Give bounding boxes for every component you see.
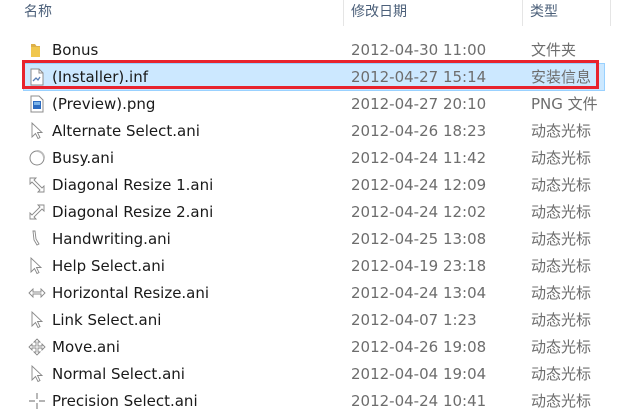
- file-type: 动态光标: [531, 365, 592, 383]
- file-type: 动态光标: [531, 203, 592, 221]
- file-name: Help Select.ani: [52, 257, 165, 275]
- file-type: 安装信息: [531, 68, 592, 86]
- file-modified-date: 2012-04-27 20:10: [351, 95, 487, 113]
- file-row[interactable]: Diagonal Resize 1.ani 2012-04-24 12:09 动态光…: [24, 172, 604, 198]
- file-modified-date: 2012-04-04 19:04: [351, 365, 487, 383]
- file-name: Busy.ani: [52, 149, 114, 167]
- file-modified-date: 2012-04-26 19:08: [351, 338, 487, 356]
- image-file-icon: [28, 95, 46, 113]
- column-divider[interactable]: [610, 0, 611, 26]
- column-header-bar: 名称 ⌃ 修改日期 类型: [0, 0, 629, 26]
- setup-info-file-icon: [28, 68, 46, 86]
- file-row[interactable]: Bonus 2012-04-30 11:00 文件夹: [24, 37, 604, 63]
- cursor-link-select-icon: [28, 310, 46, 329]
- column-divider[interactable]: [343, 0, 344, 26]
- file-name: Handwriting.ani: [52, 230, 171, 248]
- file-type: 动态光标: [531, 230, 592, 248]
- cursor-busy-icon: [28, 149, 46, 167]
- cursor-horizontal-resize-icon: [28, 284, 46, 302]
- file-type: 动态光标: [531, 122, 592, 140]
- file-type: PNG 文件: [531, 95, 598, 113]
- column-divider[interactable]: [522, 0, 523, 26]
- file-modified-date: 2012-04-24 12:09: [351, 176, 487, 194]
- cursor-precision-select-icon: [28, 392, 46, 410]
- file-row[interactable]: Horizontal Resize.ani 2012-04-24 13:04 动态光…: [24, 280, 604, 306]
- file-modified-date: 2012-04-24 12:02: [351, 203, 487, 221]
- cursor-handwriting-icon: [28, 230, 46, 248]
- file-row[interactable]: Handwriting.ani 2012-04-25 13:08 动态光标: [24, 226, 604, 252]
- file-name: (Preview).png: [52, 95, 156, 113]
- sort-arrow-icon: ⌃: [179, 0, 187, 4]
- column-header-name[interactable]: 名称: [24, 0, 52, 26]
- file-type: 动态光标: [531, 149, 592, 167]
- file-name: Diagonal Resize 1.ani: [52, 176, 214, 194]
- file-type: 动态光标: [531, 311, 592, 329]
- cursor-diagonal-resize-1-icon: [28, 176, 46, 194]
- file-row[interactable]: Precision Select.ani 2012-04-24 10:41 动态光标: [24, 388, 604, 414]
- file-modified-date: 2012-04-30 11:00: [351, 41, 487, 59]
- file-explorer: 名称 ⌃ 修改日期 类型 Bonus 2012-04-30 11:00 文件夹 (In…: [0, 0, 629, 419]
- file-modified-date: 2012-04-24 13:04: [351, 284, 487, 302]
- cursor-alternate-select-icon: [28, 121, 46, 140]
- file-row[interactable]: Diagonal Resize 2.ani 2012-04-24 12:02 动态光…: [24, 199, 604, 225]
- folder-icon: [28, 41, 46, 59]
- file-modified-date: 2012-04-19 23:18: [351, 257, 487, 275]
- file-name: (Installer).inf: [52, 68, 148, 86]
- file-modified-date: 2012-04-24 10:41: [351, 392, 487, 410]
- file-type: 动态光标: [531, 176, 592, 194]
- file-modified-date: 2012-04-26 18:23: [351, 122, 487, 140]
- file-name: Link Select.ani: [52, 311, 162, 329]
- file-type: 动态光标: [531, 257, 592, 275]
- file-name: Precision Select.ani: [52, 392, 198, 410]
- file-name: Bonus: [52, 41, 99, 59]
- file-modified-date: 2012-04-25 13:08: [351, 230, 487, 248]
- file-name: Diagonal Resize 2.ani: [52, 203, 214, 221]
- file-modified-date: 2012-04-24 11:42: [351, 149, 487, 167]
- file-type: 动态光标: [531, 338, 592, 356]
- file-modified-date: 2012-04-27 15:14: [351, 68, 487, 86]
- file-modified-date: 2012-04-07 1:23: [351, 311, 477, 329]
- file-type: 文件夹: [531, 41, 577, 59]
- cursor-diagonal-resize-2-icon: [28, 203, 46, 221]
- file-row[interactable]: Link Select.ani 2012-04-07 1:23 动态光标: [24, 307, 604, 333]
- cursor-help-select-icon: [28, 256, 46, 275]
- file-name: Horizontal Resize.ani: [52, 284, 210, 302]
- file-type: 动态光标: [531, 392, 592, 410]
- file-row[interactable]: Move.ani 2012-04-26 19:08 动态光标: [24, 334, 604, 360]
- file-name: Move.ani: [52, 338, 120, 356]
- file-name: Alternate Select.ani: [52, 122, 200, 140]
- file-row[interactable]: (Installer).inf 2012-04-27 15:14 安装信息: [23, 63, 605, 91]
- file-name: Normal Select.ani: [52, 365, 185, 383]
- column-header-date[interactable]: 修改日期: [351, 0, 407, 26]
- column-header-type[interactable]: 类型: [530, 0, 558, 26]
- file-row[interactable]: Help Select.ani 2012-04-19 23:18 动态光标: [24, 253, 604, 279]
- file-row[interactable]: Alternate Select.ani 2012-04-26 18:23 动态光标: [24, 118, 604, 144]
- file-row[interactable]: Normal Select.ani 2012-04-04 19:04 动态光标: [24, 361, 604, 387]
- file-row[interactable]: (Preview).png 2012-04-27 20:10 PNG 文件: [24, 91, 604, 117]
- cursor-move-icon: [28, 338, 46, 356]
- cursor-normal-select-icon: [28, 364, 46, 383]
- file-type: 动态光标: [531, 284, 592, 302]
- file-row[interactable]: Busy.ani 2012-04-24 11:42 动态光标: [24, 145, 604, 171]
